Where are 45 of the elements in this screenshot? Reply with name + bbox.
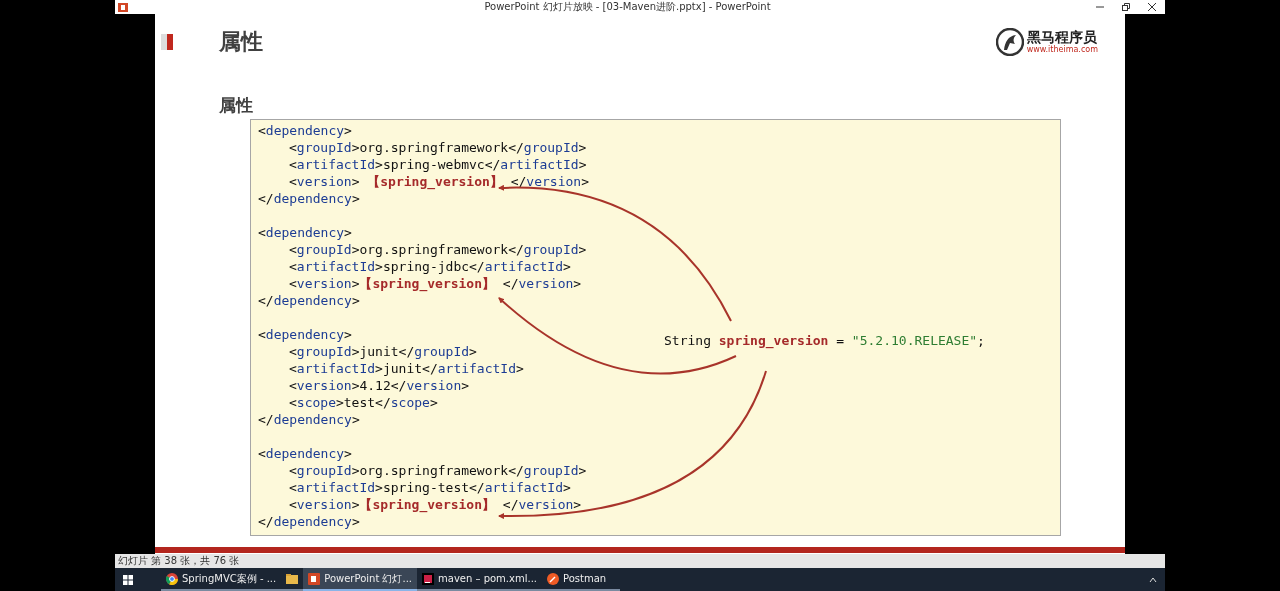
code-line: <version>【spring_version】 </version> [288,275,583,292]
code-line: <groupId>org.springframework</groupId> [288,241,588,258]
windows-icon [123,574,133,585]
slide-marker [161,34,167,50]
code-line: </dependency> [258,513,361,530]
code-line: <groupId>org.springframework</groupId> [288,139,588,156]
taskbar-item[interactable]: SpringMVC案例 - ... [161,568,282,591]
window-title: PowerPoint 幻灯片放映 - [03-Maven进阶.pptx] - PowerPoint [483,0,772,14]
code-line: <artifactId>spring-jdbc</artifactId> [288,258,572,275]
code-line: <dependency> [258,122,353,139]
code-line: <version>4.12</version> [288,377,471,394]
code-line: <artifactId>spring-webmvc</artifactId> [288,156,588,173]
browser-icon [166,572,178,585]
code-line: <version>【spring_version】 </version> [288,496,583,513]
code-line: <groupId>junit</groupId> [288,343,478,360]
taskbar-item[interactable]: Postman [542,568,620,591]
code-line: <dependency> [258,224,353,241]
code-line: <artifactId>spring-test</artifactId> [288,479,572,496]
code-line: <dependency> [258,445,353,462]
caret-up-icon[interactable] [1149,576,1157,583]
code-line: </dependency> [258,411,361,428]
section-heading: 属性 [219,95,254,115]
code-line: <dependency> [258,326,353,343]
code-line: <scope>test</scope> [288,394,439,411]
close-icon [1148,3,1156,11]
code-line: </dependency> [258,190,361,207]
code-line: </dependency> [258,292,361,309]
slide-title: 属性 [219,28,263,56]
logo-url: www.itheima.com [1026,45,1098,54]
code-line: <groupId>org.springframework</groupId> [288,462,588,479]
powerpoint-icon [308,572,321,585]
slide-counter: 幻灯片 第 38 张，共 76 张 [118,554,240,568]
rocket-icon [547,572,559,585]
slide-marker-accent [167,34,173,50]
code-line: <artifactId>junit</artifactId> [288,360,525,377]
code-line: <version> 【spring_version】 </version> [288,173,590,190]
taskbar-item[interactable]: PowerPoint 幻灯... [303,568,417,591]
code-line: String spring_version = "5.2.10.RELEASE"; [664,332,985,351]
ide-icon [422,572,434,585]
logo-name: 黑马程序员 [1026,30,1097,45]
taskbar-item[interactable]: maven – pom.xml... [417,568,542,591]
folder-icon [286,573,299,584]
horse-logo-icon [995,28,1024,56]
restore-icon [1122,3,1130,11]
minimize-icon [1096,3,1104,11]
